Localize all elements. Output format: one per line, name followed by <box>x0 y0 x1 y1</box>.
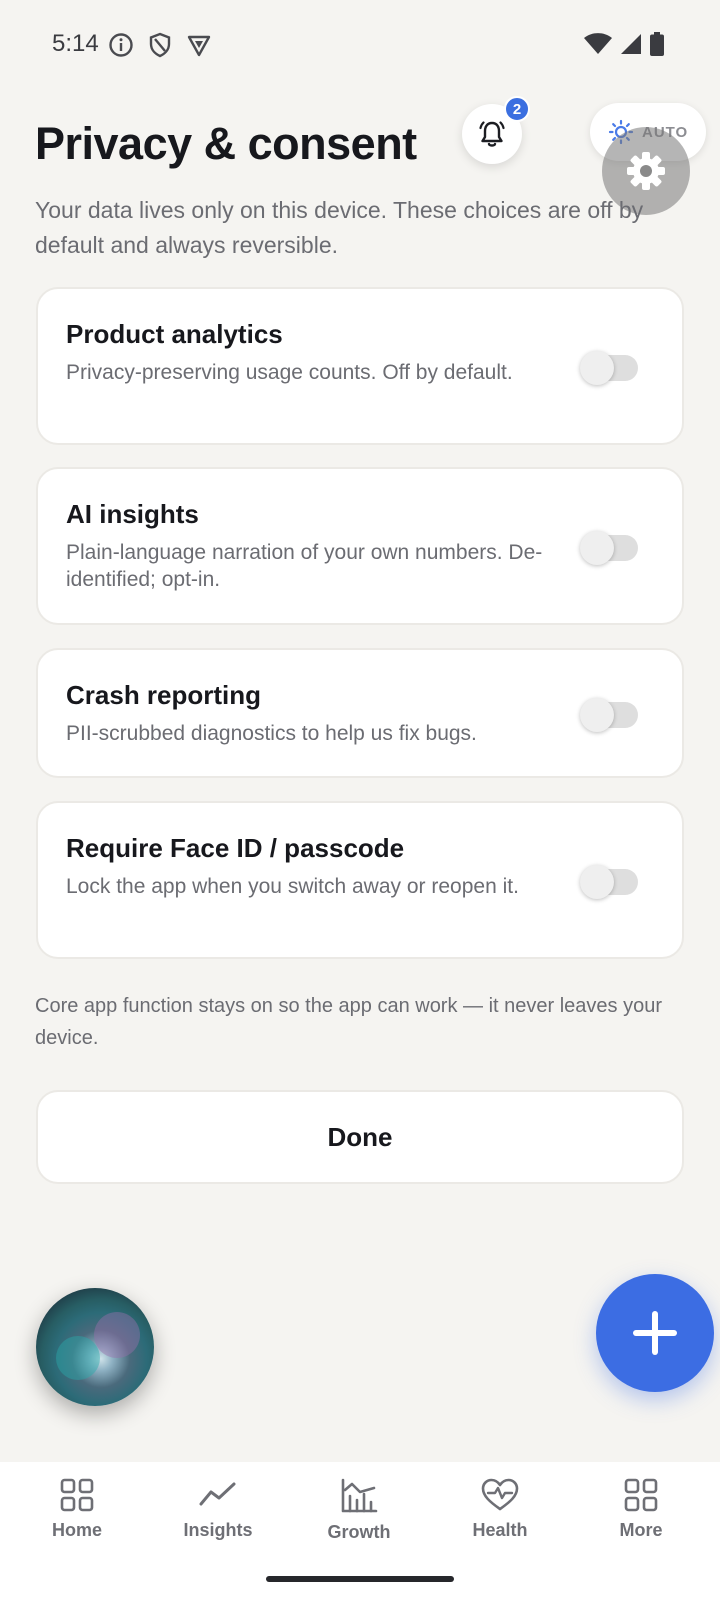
notifications-button[interactable]: 2 <box>462 96 530 164</box>
home-indicator[interactable] <box>266 1576 454 1582</box>
nav-label: Insights <box>183 1520 253 1540</box>
face-id-toggle[interactable] <box>580 865 638 899</box>
nav-label: Home <box>51 1520 102 1540</box>
assistant-orb-button[interactable] <box>36 1288 154 1406</box>
growth-chart-icon <box>341 1478 378 1513</box>
intro-text: Your data lives only on this device. The… <box>35 197 644 258</box>
ai-insights-toggle[interactable] <box>580 531 638 565</box>
notification-count-badge: 2 <box>504 96 530 122</box>
grid-icon <box>624 1478 658 1512</box>
trend-line-icon <box>199 1482 236 1506</box>
plus-icon <box>633 1311 677 1355</box>
nav-label: Health <box>472 1520 528 1540</box>
footnote-text: Core app function stays on so the app ca… <box>35 995 663 1049</box>
nav-label: Growth <box>327 1522 391 1542</box>
setting-description: Plain-language narration of your own num… <box>66 541 543 591</box>
setting-title: Product analytics <box>66 319 283 349</box>
wifi-icon <box>584 33 612 54</box>
setting-description: Privacy-preserving usage counts. Off by … <box>66 361 513 384</box>
nav-item-home[interactable]: Home <box>17 1478 137 1541</box>
status-bar: 5:14 <box>0 0 720 90</box>
toggle-knob <box>580 865 614 899</box>
heart-pulse-icon <box>481 1478 519 1511</box>
nav-label: More <box>619 1520 663 1540</box>
toggle-knob <box>580 698 614 732</box>
page-title: Privacy & consent <box>35 118 417 169</box>
setting-title: Require Face ID / passcode <box>66 833 405 863</box>
battery-icon <box>650 32 664 56</box>
cellular-signal-icon <box>621 34 641 54</box>
done-button[interactable]: Done <box>36 1090 684 1184</box>
info-icon <box>109 33 133 57</box>
nav-item-growth[interactable]: Growth <box>299 1478 419 1543</box>
orb-highlight <box>56 1336 100 1380</box>
add-button[interactable] <box>596 1274 714 1392</box>
nav-item-health[interactable]: Health <box>440 1478 560 1541</box>
setting-card-ai-insights: AI insights Plain-language narration of … <box>36 467 684 625</box>
crash-reporting-toggle[interactable] <box>580 698 638 732</box>
setting-title: AI insights <box>66 499 199 529</box>
gear-icon <box>627 152 665 190</box>
toggle-knob <box>580 351 614 385</box>
toggle-knob <box>580 531 614 565</box>
nav-item-more[interactable]: More <box>581 1478 701 1541</box>
setting-card-crash-reporting: Crash reporting PII-scrubbed diagnostics… <box>36 648 684 778</box>
vpn-icon <box>187 35 211 57</box>
product-analytics-toggle[interactable] <box>580 351 638 385</box>
grid-icon <box>60 1478 94 1512</box>
orb-highlight <box>94 1312 140 1358</box>
status-icons-right <box>584 32 664 56</box>
setting-card-product-analytics: Product analytics Privacy-preserving usa… <box>36 287 684 445</box>
setting-card-face-id: Require Face ID / passcode Lock the app … <box>36 801 684 959</box>
status-icons-left <box>108 32 212 58</box>
shield-icon <box>149 32 171 58</box>
nav-item-insights[interactable]: Insights <box>158 1478 278 1541</box>
setting-description: PII-scrubbed diagnostics to help us fix … <box>66 722 477 745</box>
status-time: 5:14 <box>52 30 99 57</box>
bell-icon <box>479 121 505 147</box>
setting-title: Crash reporting <box>66 680 262 710</box>
setting-description: Lock the app when you switch away or reo… <box>66 875 519 898</box>
